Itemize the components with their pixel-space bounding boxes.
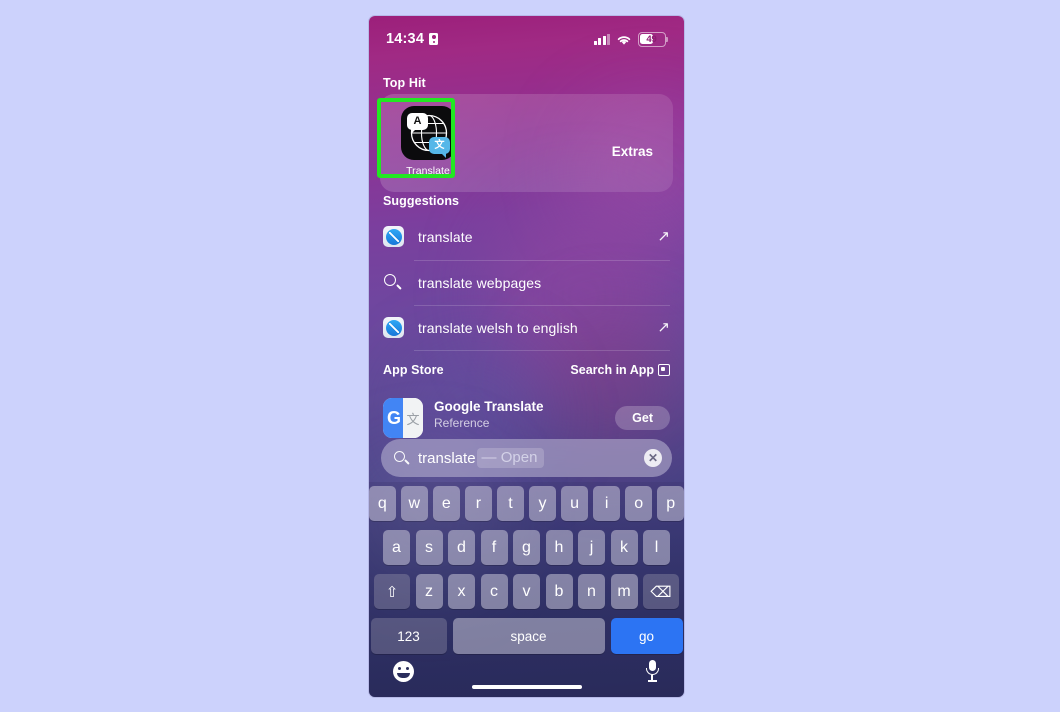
search-icon — [383, 273, 411, 292]
search-bar[interactable]: translate — Open ✕ — [381, 439, 672, 477]
battery-level: 49 — [646, 33, 657, 45]
key-r[interactable]: r — [465, 486, 492, 521]
key-k[interactable]: k — [610, 530, 638, 565]
status-time: 14:34 — [386, 31, 425, 47]
status-bar: 14:34 49 — [369, 16, 684, 62]
key-g[interactable]: g — [513, 530, 540, 565]
safari-icon — [383, 226, 411, 247]
google-translate-app-icon[interactable]: G 文 — [383, 398, 423, 438]
search-in-app-button[interactable]: Search in App — [570, 363, 670, 377]
app-store-section-header-row: App Store Search in App — [369, 363, 684, 377]
google-translate-icon-glyph: 文 — [403, 398, 423, 438]
key-q[interactable]: q — [369, 486, 396, 521]
suggestion-label: translate — [418, 228, 473, 245]
backspace-icon[interactable]: ⌫ — [643, 574, 679, 609]
app-category: Reference — [434, 416, 490, 430]
app-store-section-header: App Store — [383, 363, 444, 377]
key-c[interactable]: c — [480, 574, 508, 609]
shift-arrow-icon[interactable]: ⇧ — [374, 574, 410, 609]
key-t[interactable]: t — [497, 486, 524, 521]
key-o[interactable]: o — [625, 486, 652, 521]
iphone-screen: 14:34 49 Top Hit A 文 Translate Extras Su… — [369, 16, 684, 697]
status-bar-right: 49 — [593, 31, 668, 47]
key-a[interactable]: a — [383, 530, 410, 565]
emoji-smiley-icon[interactable] — [393, 660, 414, 682]
status-bar-left: 14:34 — [386, 31, 439, 47]
search-completion-text: — Open — [476, 448, 545, 468]
google-translate-icon-letter: G — [383, 398, 405, 438]
search-input[interactable]: translate — Open — [418, 448, 644, 468]
key-s[interactable]: s — [415, 530, 443, 565]
key-l[interactable]: l — [643, 530, 670, 565]
translate-app-label: Translate — [406, 165, 450, 177]
extras-label[interactable]: Extras — [612, 144, 653, 159]
safari-icon — [383, 317, 411, 338]
keyboard-row-3: ⇧ z x c v b n m ⌫ — [369, 574, 684, 609]
key-n[interactable]: n — [578, 574, 605, 609]
arrow-up-right-icon[interactable]: ↗ — [657, 320, 670, 335]
list-divider — [414, 350, 670, 351]
key-b[interactable]: b — [545, 574, 573, 609]
key-h[interactable]: h — [545, 530, 573, 565]
app-name: Google Translate — [434, 399, 544, 414]
app-window-icon — [658, 364, 670, 376]
cellular-bars-icon — [593, 33, 610, 45]
keyboard-bottom-bar — [369, 645, 684, 697]
top-hit-card[interactable]: A 文 Translate Extras — [380, 94, 673, 192]
suggestion-row-translate-webpages[interactable]: translate webpages — [369, 260, 684, 305]
top-hit-section-header: Top Hit — [383, 76, 426, 90]
privacy-lock-icon — [429, 33, 439, 45]
screenshot-canvas: 14:34 49 Top Hit A 文 Translate Extras Su… — [0, 0, 1060, 712]
speech-bubble-chinese-icon: 文 — [429, 137, 450, 158]
key-v[interactable]: v — [513, 574, 540, 609]
clear-circle-icon[interactable]: ✕ — [644, 449, 662, 467]
keyboard-row-2: a s d f g h j k l — [369, 530, 684, 565]
key-u[interactable]: u — [561, 486, 588, 521]
key-y[interactable]: y — [529, 486, 556, 521]
wifi-icon — [616, 33, 632, 45]
arrow-up-right-icon[interactable]: ↗ — [657, 229, 670, 244]
top-hit-app[interactable]: A 文 Translate — [397, 106, 459, 177]
speech-bubble-a-icon: A — [407, 113, 428, 134]
suggestion-label: translate webpages — [418, 274, 542, 291]
search-in-app-label: Search in App — [570, 363, 654, 377]
microphone-icon[interactable] — [644, 660, 660, 682]
on-screen-keyboard: q w e r t y u i o p a s d f g h j k l ⇧ … — [369, 482, 684, 697]
home-indicator — [471, 685, 582, 689]
key-e[interactable]: e — [433, 486, 460, 521]
suggestions-section-header: Suggestions — [383, 194, 460, 208]
battery-icon: 49 — [638, 31, 668, 47]
search-icon — [393, 450, 410, 467]
key-x[interactable]: x — [448, 574, 475, 609]
key-z[interactable]: z — [415, 574, 443, 609]
suggestion-row-translate[interactable]: translate ↗ — [369, 214, 684, 259]
key-j[interactable]: j — [578, 530, 605, 565]
translate-app-icon[interactable]: A 文 — [401, 106, 455, 160]
search-query-text: translate — [418, 449, 476, 467]
app-store-result-text: Google Translate Reference — [434, 398, 615, 430]
keyboard-row-1: q w e r t y u i o p — [369, 486, 684, 521]
key-i[interactable]: i — [593, 486, 620, 521]
key-m[interactable]: m — [610, 574, 638, 609]
suggestion-row-translate-welsh[interactable]: translate welsh to english ↗ — [369, 305, 684, 350]
key-w[interactable]: w — [401, 486, 428, 521]
key-p[interactable]: p — [657, 486, 684, 521]
suggestion-label: translate welsh to english — [418, 319, 578, 336]
get-app-button[interactable]: Get — [615, 406, 670, 430]
key-f[interactable]: f — [480, 530, 508, 565]
key-d[interactable]: d — [448, 530, 475, 565]
